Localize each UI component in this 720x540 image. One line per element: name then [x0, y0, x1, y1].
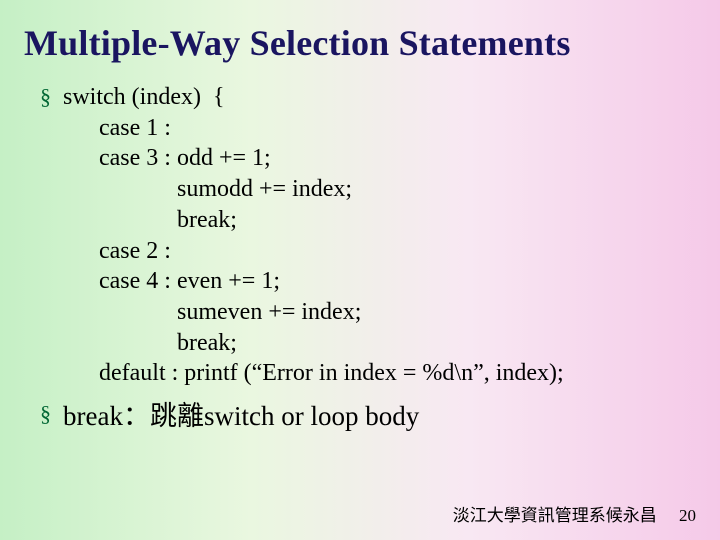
code-line: case 3 : odd += 1; — [63, 143, 564, 174]
bullet-item-1: § switch (index) { case 1 : case 3 : odd… — [40, 82, 720, 389]
bullet-item-2: § break：跳離switch or loop body — [40, 389, 720, 434]
code-line: case 2 : — [63, 236, 564, 267]
code-line: switch (index) { — [63, 82, 564, 113]
code-block-2: break：跳離switch or loop body — [63, 399, 419, 434]
code-line: break：跳離switch or loop body — [63, 399, 419, 434]
slide-title: Multiple-Way Selection Statements — [0, 0, 720, 64]
bullet-icon: § — [40, 403, 51, 425]
code-block-1: switch (index) { case 1 : case 3 : odd +… — [63, 82, 564, 389]
code-line: case 4 : even += 1; — [63, 266, 564, 297]
code-line: case 1 : — [63, 113, 564, 144]
footer: 淡江大學資訊管理系候永昌 20 — [453, 501, 696, 526]
code-line: sumeven += index; — [63, 297, 564, 328]
footer-author: 淡江大學資訊管理系候永昌 — [453, 506, 657, 525]
code-line: break; — [63, 205, 564, 236]
bullet-icon: § — [40, 86, 51, 108]
content-area: § switch (index) { case 1 : case 3 : odd… — [0, 64, 720, 434]
code-line: break; — [63, 328, 564, 359]
code-line: default : printf (“Error in index = %d\n… — [63, 358, 564, 389]
code-line: sumodd += index; — [63, 174, 564, 205]
footer-page: 20 — [679, 506, 696, 525]
